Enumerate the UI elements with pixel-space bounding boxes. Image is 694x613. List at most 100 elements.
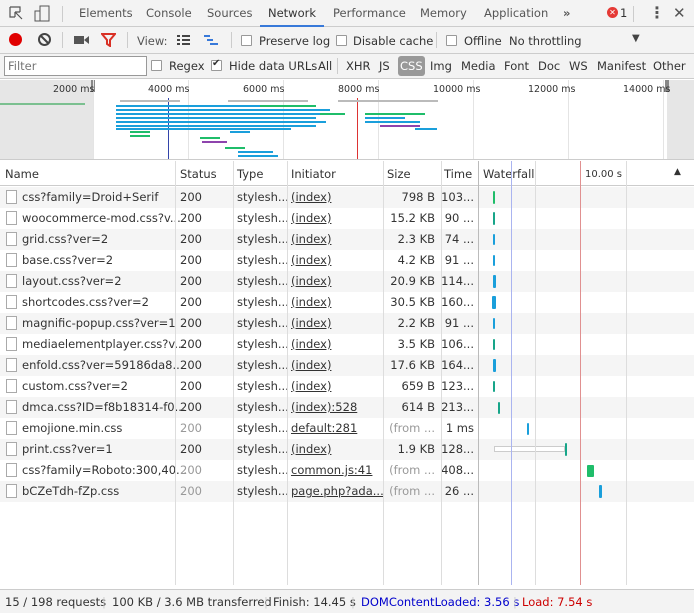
table-row[interactable]: magnific-popup.css?ver=1 200 stylesh... … (0, 313, 478, 334)
request-name[interactable]: layout.css?ver=2 (22, 274, 122, 288)
request-name[interactable]: enfold.css?ver=59186da8... (22, 358, 183, 372)
table-row[interactable]: dmca.css?ID=f8b18314-f0... 200 stylesh..… (0, 397, 478, 418)
tab-network[interactable]: Network (259, 6, 325, 27)
tab-elements[interactable]: Elements (79, 6, 133, 20)
waterfall-bar[interactable] (493, 255, 495, 266)
waterfall-bar[interactable] (493, 359, 496, 372)
type-filter-js[interactable]: JS (379, 59, 390, 73)
request-name[interactable]: dmca.css?ID=f8b18314-f0... (22, 400, 186, 414)
hide-data-urls-label[interactable]: Hide data URLs (229, 59, 317, 73)
request-initiator[interactable]: (index) (291, 253, 331, 267)
hide-data-urls-checkbox[interactable] (211, 58, 222, 71)
request-initiator[interactable]: (index) (291, 211, 331, 225)
request-initiator[interactable]: (index) (291, 274, 331, 288)
preserve-log-checkbox[interactable] (241, 35, 252, 46)
clear-icon[interactable] (37, 32, 52, 47)
waterfall-bar[interactable] (493, 275, 496, 288)
column-name[interactable]: Name (5, 167, 39, 181)
sort-ascending-icon[interactable]: ▲ (674, 167, 681, 177)
type-filter-media[interactable]: Media (461, 59, 496, 73)
error-icon[interactable]: ✕ (607, 7, 618, 18)
request-initiator[interactable]: (index) (291, 442, 331, 456)
table-row[interactable]: base.css?ver=2 200 stylesh... (index) 4.… (0, 250, 478, 271)
capture-screenshots-icon[interactable] (74, 35, 89, 45)
column-size[interactable]: Size (387, 167, 411, 181)
column-initiator[interactable]: Initiator (291, 167, 336, 181)
table-row[interactable]: bCZeTdh-fZp.css 200 stylesh... page.php?… (0, 481, 478, 502)
waterfall-bar[interactable] (599, 485, 602, 498)
tab-sources[interactable]: Sources (207, 6, 253, 20)
type-filter-css[interactable]: CSS (398, 56, 425, 76)
request-initiator[interactable]: (index) (291, 232, 331, 246)
request-name[interactable]: css?family=Droid+Serif (22, 190, 158, 204)
offline-label[interactable]: Offline (464, 34, 502, 48)
type-filter-img[interactable]: Img (430, 59, 452, 73)
waterfall-bar[interactable] (492, 296, 496, 309)
request-name[interactable]: mediaelementplayer.css?v... (22, 337, 185, 351)
inspect-element-icon[interactable] (9, 6, 23, 21)
request-name[interactable]: emojione.min.css (22, 421, 122, 435)
waterfall-bar[interactable] (565, 443, 567, 456)
request-initiator[interactable]: (index):528 (291, 400, 357, 414)
waterfall-bar[interactable] (493, 381, 495, 392)
table-row[interactable]: shortcodes.css?ver=2 200 stylesh... (ind… (0, 292, 478, 313)
table-row[interactable]: emojione.min.css 200 stylesh... default:… (0, 418, 478, 439)
more-options-icon[interactable]: ⋮ (649, 3, 665, 22)
waterfall-bar[interactable] (527, 422, 529, 435)
request-initiator[interactable]: common.js:41 (291, 463, 372, 477)
type-filter-xhr[interactable]: XHR (346, 59, 371, 73)
table-row[interactable]: print.css?ver=1 200 stylesh... (index) 1… (0, 439, 478, 460)
request-initiator[interactable]: page.php?ada... (291, 484, 384, 498)
table-row[interactable]: enfold.css?ver=59186da8... 200 stylesh..… (0, 355, 478, 376)
waterfall-bar[interactable] (493, 191, 495, 204)
table-row[interactable]: custom.css?ver=2 200 stylesh... (index) … (0, 376, 478, 397)
type-filter-font[interactable]: Font (504, 59, 529, 73)
table-row[interactable]: css?family=Roboto:300,40... 200 stylesh.… (0, 460, 478, 481)
table-row[interactable]: mediaelementplayer.css?v... 200 stylesh.… (0, 334, 478, 355)
type-filter-doc[interactable]: Doc (538, 59, 560, 73)
more-tabs-button[interactable]: » (563, 6, 570, 20)
record-icon[interactable] (9, 33, 22, 46)
request-initiator[interactable]: (index) (291, 379, 331, 393)
waterfall-bar[interactable] (587, 464, 594, 477)
close-icon[interactable]: ✕ (673, 4, 686, 22)
column-type[interactable]: Type (237, 167, 263, 181)
column-status[interactable]: Status (180, 167, 217, 181)
request-name[interactable]: custom.css?ver=2 (22, 379, 128, 393)
request-name[interactable]: woocommerce-mod.css?v... (22, 211, 181, 225)
filter-icon[interactable] (101, 33, 116, 47)
large-rows-icon[interactable] (177, 35, 190, 46)
type-filter-manifest[interactable]: Manifest (597, 59, 646, 73)
disable-cache-checkbox[interactable] (336, 35, 347, 46)
filter-input[interactable] (4, 56, 147, 76)
table-row[interactable]: css?family=Droid+Serif 200 stylesh... (i… (0, 187, 478, 208)
waterfall-bar[interactable] (498, 401, 500, 414)
disable-cache-label[interactable]: Disable cache (353, 34, 433, 48)
offline-checkbox[interactable] (446, 35, 457, 46)
device-toolbar-icon[interactable] (34, 5, 50, 22)
waterfall-bar[interactable] (493, 318, 495, 329)
request-initiator[interactable]: (index) (291, 358, 331, 372)
type-filter-all[interactable]: All (318, 59, 332, 73)
tab-performance[interactable]: Performance (333, 6, 406, 20)
throttling-select[interactable]: No throttling (509, 34, 582, 48)
tab-memory[interactable]: Memory (420, 6, 467, 20)
overview-timeline[interactable]: 2000 ms 4000 ms 6000 ms 8000 ms 10000 ms 1200… (0, 80, 694, 160)
column-time[interactable]: Time (444, 167, 472, 181)
table-row[interactable]: layout.css?ver=2 200 stylesh... (index) … (0, 271, 478, 292)
waterfall-bar[interactable] (493, 234, 495, 245)
request-initiator[interactable]: (index) (291, 190, 331, 204)
request-name[interactable]: css?family=Roboto:300,40... (22, 463, 187, 477)
request-name[interactable]: bCZeTdh-fZp.css (22, 484, 119, 498)
preserve-log-label[interactable]: Preserve log (259, 34, 330, 48)
request-initiator[interactable]: (index) (291, 316, 331, 330)
request-initiator[interactable]: (index) (291, 295, 331, 309)
table-row[interactable]: grid.css?ver=2 200 stylesh... (index) 2.… (0, 229, 478, 250)
type-filter-ws[interactable]: WS (569, 59, 588, 73)
request-initiator[interactable]: default:281 (291, 421, 357, 435)
throttling-dropdown-icon[interactable]: ▼ (632, 33, 640, 44)
request-name[interactable]: magnific-popup.css?ver=1 (22, 316, 176, 330)
regex-label[interactable]: Regex (169, 59, 205, 73)
request-name[interactable]: base.css?ver=2 (22, 253, 113, 267)
error-count[interactable]: 1 (620, 6, 627, 20)
